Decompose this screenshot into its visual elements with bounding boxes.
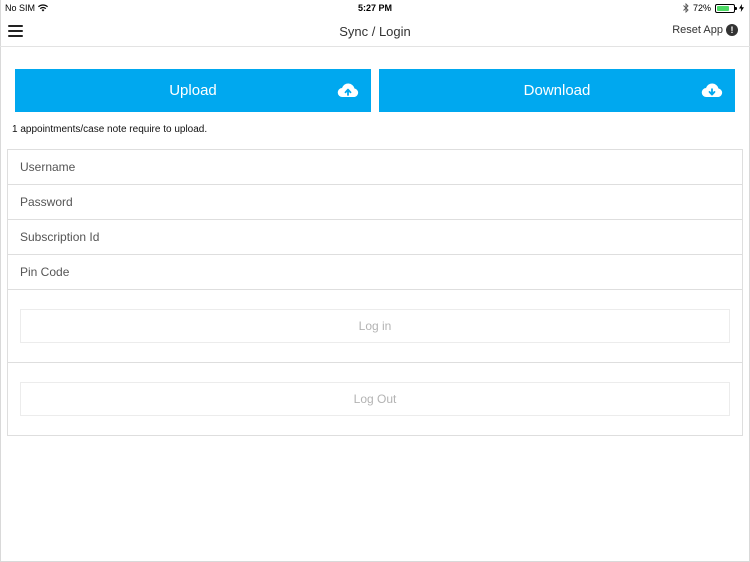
login-form: Log in Log Out: [7, 149, 743, 436]
subscription-row: [8, 220, 742, 255]
password-field[interactable]: [8, 185, 742, 219]
logout-button[interactable]: Log Out: [20, 382, 730, 416]
cloud-upload-icon: [337, 83, 359, 98]
status-time: 5:27 PM: [357, 3, 392, 13]
username-field[interactable]: [8, 150, 742, 184]
nav-bar: Sync / Login Reset App !: [0, 16, 750, 47]
login-button[interactable]: Log in: [20, 309, 730, 343]
reset-app-label: Reset App: [672, 24, 723, 36]
download-label: Download: [523, 82, 591, 99]
alert-icon: !: [726, 24, 738, 36]
reset-app-button[interactable]: Reset App !: [672, 24, 738, 36]
status-bar: No SIM 5:27 PM 72%: [0, 0, 750, 16]
subscription-id-field[interactable]: [8, 220, 742, 254]
download-button[interactable]: Download: [379, 69, 735, 112]
page-title: Sync / Login: [339, 24, 411, 39]
pin-row: [8, 255, 742, 290]
upload-notice: 1 appointments/case note require to uplo…: [12, 124, 208, 135]
battery-fill: [717, 5, 729, 11]
username-row: [8, 150, 742, 185]
logout-section: Log Out: [8, 363, 742, 435]
bluetooth-icon: [683, 3, 689, 13]
login-section: Log in: [8, 290, 742, 363]
hamburger-menu-icon[interactable]: [8, 25, 23, 37]
charging-icon: [739, 4, 744, 12]
battery-percent: 72%: [692, 3, 711, 13]
upload-button[interactable]: Upload: [15, 69, 371, 112]
upload-label: Upload: [169, 82, 217, 99]
cloud-download-icon: [701, 83, 723, 98]
status-right: 72%: [683, 3, 744, 13]
password-row: [8, 185, 742, 220]
battery-icon: [715, 3, 737, 13]
pin-code-field[interactable]: [8, 255, 742, 289]
